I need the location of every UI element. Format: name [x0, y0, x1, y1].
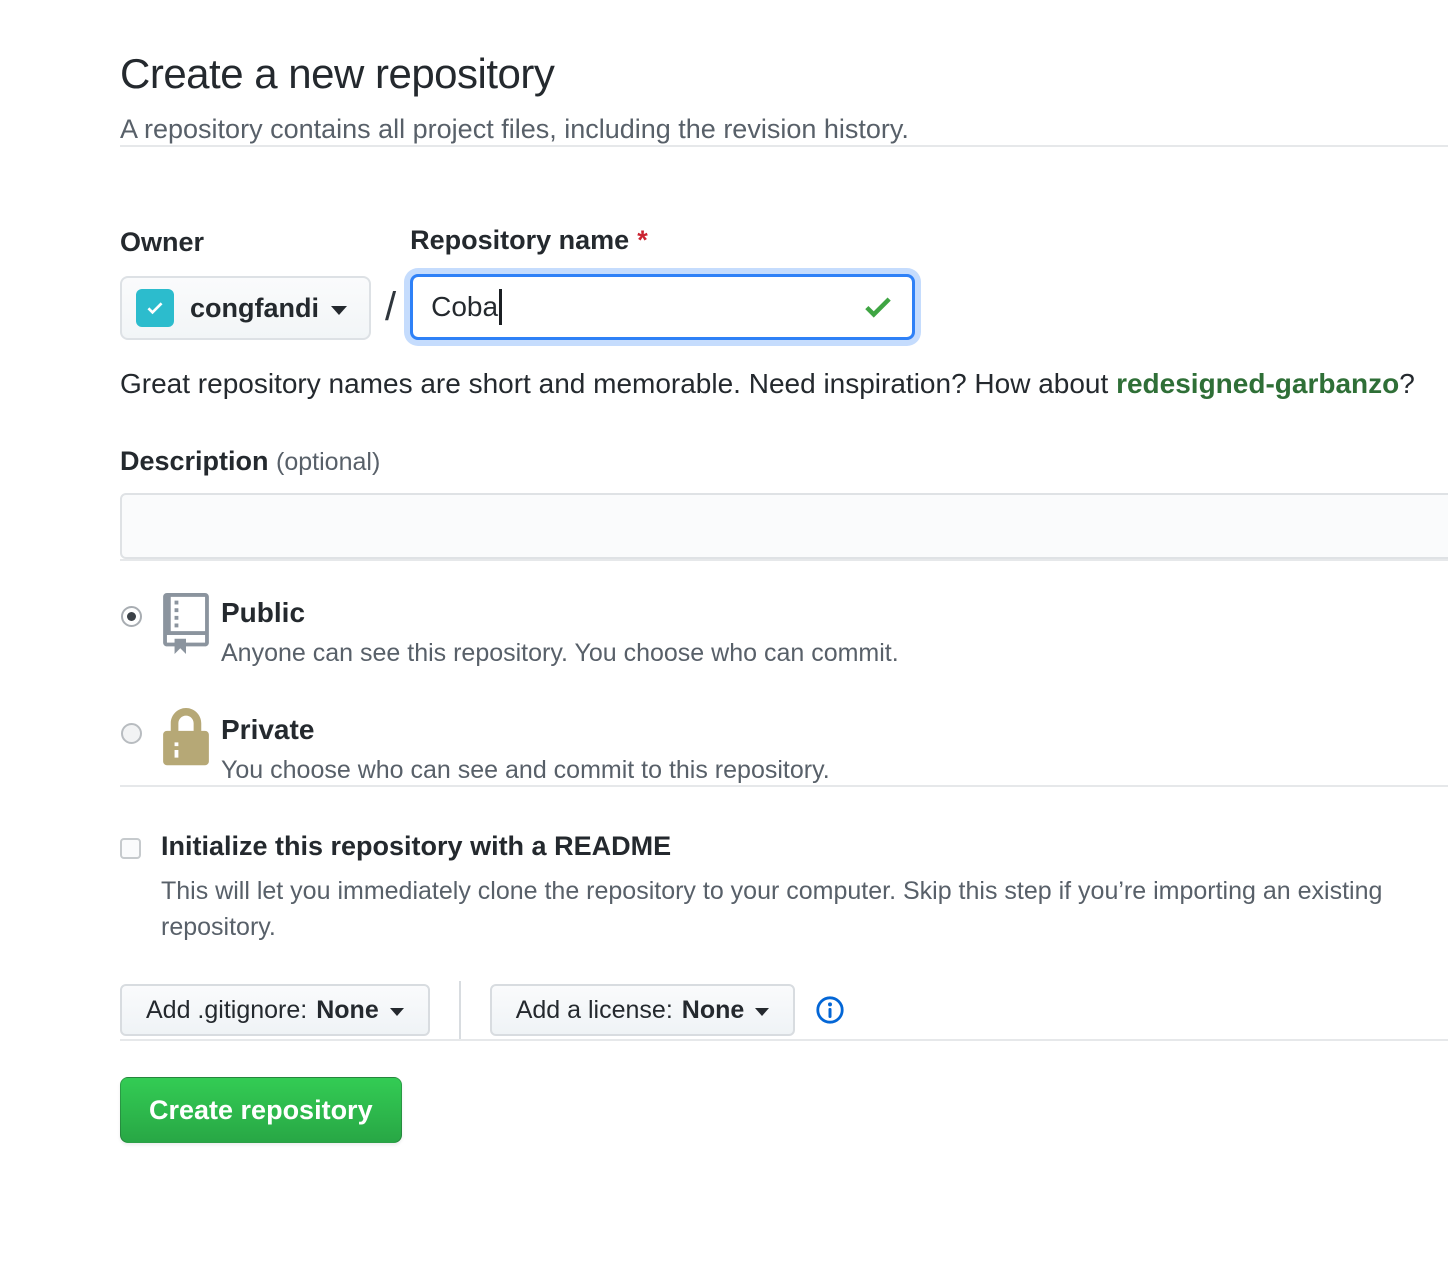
- repo-options-row: Add .gitignore: None Add a license: None: [120, 981, 1448, 1039]
- repo-name-input-wrap: [410, 274, 916, 340]
- owner-label: Owner: [120, 227, 205, 257]
- section-divider: [120, 145, 1448, 147]
- description-field: Description (optional): [120, 446, 1448, 559]
- readme-option: Initialize this repository with a README…: [120, 831, 1448, 945]
- owner-select-button[interactable]: congfandi: [120, 276, 371, 340]
- readme-title: Initialize this repository with a README: [161, 831, 672, 861]
- optional-note: (optional): [276, 448, 381, 476]
- create-repository-button[interactable]: Create repository: [120, 1077, 402, 1143]
- owner-repo-row: Owner congfandi / Repository name *: [120, 225, 1448, 340]
- info-icon[interactable]: [815, 995, 845, 1025]
- public-option-description: Anyone can see this repository. You choo…: [221, 639, 899, 667]
- private-option-description: You choose who can see and commit to thi…: [221, 756, 830, 784]
- readme-checkbox[interactable]: [120, 838, 141, 859]
- readme-text: Initialize this repository with a README…: [161, 831, 1423, 945]
- create-repository-page: Create a new repository A repository con…: [0, 0, 1448, 1143]
- chevron-down-icon: [755, 1008, 770, 1016]
- name-suggestion-line: Great repository names are short and mem…: [120, 368, 1415, 399]
- readme-description: This will let you immediately clone the …: [161, 877, 1383, 941]
- private-option-title: Private: [221, 714, 315, 745]
- public-radio[interactable]: [121, 606, 142, 627]
- page-subtitle: A repository contains all project files,…: [120, 114, 909, 144]
- page-title: Create a new repository: [120, 50, 555, 97]
- section-divider: [120, 785, 1448, 787]
- check-icon: [147, 302, 163, 315]
- repo-name-field: Repository name *: [410, 225, 916, 340]
- description-input[interactable]: [120, 493, 1448, 559]
- visibility-option-public: Public Anyone can see this repository. Y…: [120, 591, 1448, 668]
- public-option-title: Public: [221, 597, 306, 628]
- suggested-name-link[interactable]: redesigned-garbanzo: [1116, 368, 1399, 399]
- add-license-button[interactable]: Add a license: None: [489, 984, 796, 1036]
- add-gitignore-button[interactable]: Add .gitignore: None: [120, 984, 430, 1036]
- private-radio[interactable]: [121, 723, 142, 744]
- repo-name-label: Repository name *: [410, 225, 648, 255]
- repo-name-input[interactable]: [410, 274, 916, 340]
- section-divider: [120, 559, 1448, 561]
- visibility-option-private: Private You choose who can see and commi…: [120, 708, 1448, 785]
- private-option-text: Private You choose who can see and commi…: [221, 708, 830, 785]
- name-valid-check-icon: [865, 297, 891, 318]
- owner-field: Owner congfandi: [120, 227, 371, 340]
- owner-repo-separator: /: [385, 285, 397, 329]
- public-option-text: Public Anyone can see this repository. Y…: [221, 591, 899, 668]
- description-label: Description (optional): [120, 446, 381, 476]
- lock-icon: [163, 708, 209, 766]
- chevron-down-icon: [389, 1008, 404, 1016]
- required-asterisk: *: [637, 225, 648, 255]
- owner-avatar: [136, 289, 174, 327]
- owner-username: congfandi: [190, 292, 319, 323]
- vertical-divider: [458, 981, 461, 1039]
- chevron-down-icon: [331, 305, 347, 315]
- text-cursor: [499, 289, 503, 325]
- repo-book-icon: [163, 593, 209, 654]
- section-divider: [120, 1039, 1448, 1041]
